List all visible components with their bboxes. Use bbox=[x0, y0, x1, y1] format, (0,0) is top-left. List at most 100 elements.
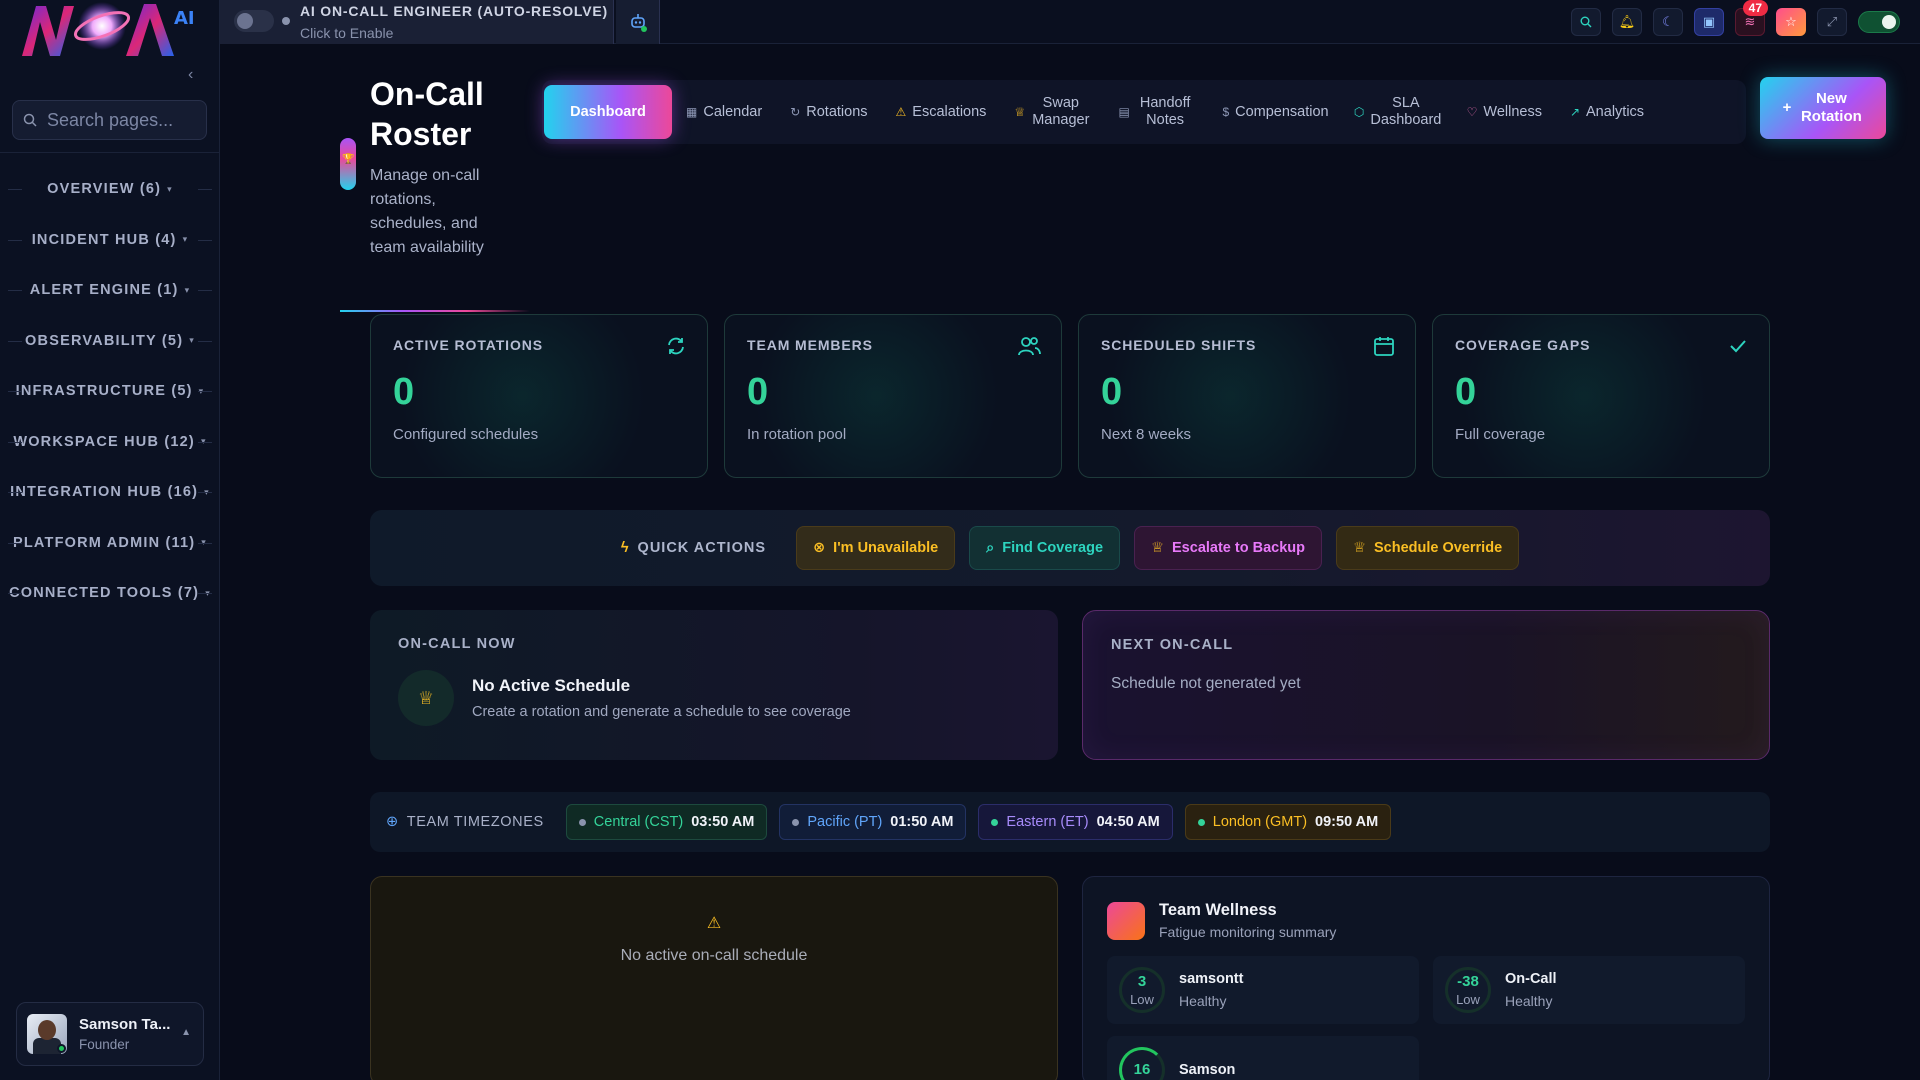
stat-card-active-rotations: ACTIVE ROTATIONS 0 Configured schedules bbox=[370, 314, 708, 478]
escalate-backup-button[interactable]: ♕ Escalate to Backup bbox=[1134, 526, 1322, 570]
sidebar-group-infrastructure[interactable]: INFRASTRUCTURE (5) ▾ bbox=[0, 366, 220, 417]
stat-value: 0 bbox=[393, 371, 415, 413]
tab-compensation[interactable]: $ Compensation bbox=[1208, 85, 1342, 139]
stat-value: 0 bbox=[1101, 371, 1123, 413]
sidebar-group-platform-admin[interactable]: PLATFORM ADMIN (11) ▾ bbox=[0, 518, 220, 569]
wellness-title: Team Wellness bbox=[1159, 901, 1277, 919]
fatigue-score: 16 bbox=[1133, 1061, 1151, 1078]
search-input[interactable] bbox=[47, 109, 197, 131]
wellness-member-card[interactable]: 3 Low samsontt Healthy bbox=[1107, 956, 1419, 1024]
tab-handoff-notes[interactable]: ▤ Handoff Notes bbox=[1104, 85, 1208, 139]
collapse-sidebar-icon[interactable]: ‹ bbox=[188, 66, 193, 84]
oncall-now-panel: ON-CALL NOW ♕ No Active Schedule Create … bbox=[370, 610, 1058, 760]
unavailable-button[interactable]: ⊗ I'm Unavailable bbox=[796, 526, 956, 570]
group-label: INCIDENT HUB (4) bbox=[31, 231, 177, 248]
member-name: On-Call bbox=[1505, 971, 1557, 987]
chevron-down-icon: ▾ bbox=[204, 486, 210, 497]
tab-wellness[interactable]: ♡ Wellness bbox=[1453, 85, 1556, 139]
favorites-button[interactable]: ☆ bbox=[1776, 8, 1806, 36]
sidebar-group-integration-hub[interactable]: INTEGRATION HUB (16) ▾ bbox=[0, 467, 220, 518]
fatigue-score: 3 bbox=[1137, 972, 1147, 990]
cancel-circle-icon: ⊗ bbox=[813, 540, 826, 556]
trend-icon: ↗ bbox=[1569, 104, 1581, 119]
theme-button[interactable]: ☾ bbox=[1653, 8, 1683, 36]
fatigue-gauge: 3 Low bbox=[1119, 967, 1165, 1013]
ai-toggle-switch[interactable] bbox=[234, 10, 274, 32]
timezone-name: London (GMT) bbox=[1212, 814, 1308, 830]
tab-label: Rotations bbox=[806, 103, 868, 120]
stat-card-scheduled-shifts: SCHEDULED SHIFTS 0 Next 8 weeks bbox=[1078, 314, 1416, 478]
robot-assistant-button[interactable] bbox=[616, 0, 660, 44]
find-coverage-button[interactable]: ⌕ Find Coverage bbox=[969, 526, 1121, 570]
tab-rotations[interactable]: ↻ Rotations bbox=[776, 85, 881, 139]
tab-label: Compensation bbox=[1235, 103, 1329, 120]
tab-sla-dashboard[interactable]: ⬡ SLA Dashboard bbox=[1343, 85, 1453, 139]
users-icon bbox=[1018, 337, 1041, 356]
member-name: samsontt bbox=[1179, 971, 1244, 987]
page-description: Manage on-call rotations, schedules, and… bbox=[370, 167, 484, 256]
svg-text:AI: AI bbox=[174, 8, 195, 29]
moon-icon: ☾ bbox=[1662, 14, 1674, 29]
fatigue-level: Low bbox=[1456, 991, 1480, 1007]
app-logo[interactable]: AI bbox=[14, 0, 204, 60]
sidebar-nav: OVERVIEW (6) ▾ INCIDENT HUB (4) ▾ ALERT EN… bbox=[0, 164, 220, 619]
chat-button[interactable]: ▣ bbox=[1694, 8, 1724, 36]
warning-icon: ⚠ bbox=[706, 915, 722, 932]
wellness-member-card[interactable]: 16 Samson bbox=[1107, 1036, 1419, 1080]
shield-icon: ⬡ bbox=[1353, 104, 1365, 119]
member-status: Healthy bbox=[1505, 993, 1553, 1009]
sidebar-search[interactable] bbox=[12, 100, 207, 140]
button-label: Schedule Override bbox=[1374, 540, 1503, 556]
timezone-time: 03:50 AM bbox=[691, 814, 755, 830]
group-label: CONNECTED TOOLS (7) bbox=[9, 585, 200, 602]
sidebar-group-observability[interactable]: OBSERVABILITY (5) ▾ bbox=[0, 316, 220, 367]
title-underline bbox=[340, 310, 530, 312]
sidebar-group-incident-hub[interactable]: INCIDENT HUB (4) ▾ bbox=[0, 215, 220, 266]
fullscreen-button[interactable]: ⤢ bbox=[1817, 8, 1847, 36]
search-button[interactable] bbox=[1571, 8, 1601, 36]
search-icon: ⌕ bbox=[986, 540, 995, 556]
tab-dashboard[interactable]: Dashboard bbox=[544, 85, 672, 139]
tab-label: Wellness bbox=[1483, 103, 1542, 120]
page-title: On-Call Roster bbox=[370, 76, 484, 152]
team-timezones-bar: ⊕ TEAM TIMEZONES Central (CST) 03:50 AM P… bbox=[370, 792, 1770, 852]
stat-card-coverage-gaps: COVERAGE GAPS 0 Full coverage bbox=[1432, 314, 1770, 478]
chevron-down-icon: ▾ bbox=[184, 284, 191, 295]
group-label: OBSERVABILITY (5) bbox=[25, 332, 184, 349]
tab-label: Calendar bbox=[703, 103, 763, 120]
ai-engineer-toggle[interactable]: AI ON-CALL ENGINEER (AUTO-RESOLVE) Click… bbox=[220, 0, 614, 44]
stat-value: 0 bbox=[1455, 371, 1477, 413]
tab-label: Swap Manager bbox=[1032, 95, 1090, 128]
tab-label: Escalations bbox=[912, 103, 987, 120]
tab-swap-manager[interactable]: ♕ Swap Manager bbox=[1000, 85, 1104, 139]
sidebar-group-alert-engine[interactable]: ALERT ENGINE (1) ▾ bbox=[0, 265, 220, 316]
warning-icon: ⚠ bbox=[895, 104, 907, 119]
wellness-member-card[interactable]: -38 Low On-Call Healthy bbox=[1433, 956, 1745, 1024]
sidebar-group-connected-tools[interactable]: CONNECTED TOOLS (7) ▾ bbox=[0, 568, 220, 619]
schedule-override-button[interactable]: ♕ Schedule Override bbox=[1336, 526, 1520, 570]
chevron-down-icon: ▾ bbox=[205, 587, 211, 598]
new-rotation-button[interactable]: + New Rotation bbox=[1760, 77, 1886, 139]
activity-button[interactable]: ≋ 47 bbox=[1735, 0, 1768, 36]
notifications-button[interactable]: 🔔︎ bbox=[1612, 8, 1642, 36]
toggle-icon[interactable] bbox=[1858, 11, 1900, 33]
oncall-subtitle: Create a rotation and generate a schedul… bbox=[472, 704, 851, 720]
online-status-dot bbox=[57, 1044, 66, 1053]
group-label: OVERVIEW (6) bbox=[47, 181, 162, 198]
rotate-icon: ↻ bbox=[790, 104, 801, 119]
user-menu[interactable]: Samson Ta... Founder ▲ bbox=[16, 1002, 204, 1066]
tab-label: Analytics bbox=[1586, 103, 1645, 120]
page-header: On-Call Roster Manage on-call rotations,… bbox=[340, 74, 540, 312]
chevron-down-icon: ▾ bbox=[167, 183, 173, 194]
sidebar-group-overview[interactable]: OVERVIEW (6) ▾ bbox=[0, 164, 220, 215]
user-role: Founder bbox=[79, 1037, 130, 1052]
sidebar-group-workspace-hub[interactable]: WORKSPACE HUB (12) ▾ bbox=[0, 417, 220, 468]
plus-icon: + bbox=[1782, 99, 1792, 116]
tab-escalations[interactable]: ⚠ Escalations bbox=[882, 85, 1001, 139]
tab-calendar[interactable]: ▦ Calendar bbox=[672, 85, 776, 139]
stat-subtitle: In rotation pool bbox=[747, 426, 847, 443]
timezone-chip-central: Central (CST) 03:50 AM bbox=[565, 804, 768, 840]
wellness-subtitle: Fatigue monitoring summary bbox=[1159, 924, 1337, 940]
tab-analytics[interactable]: ↗ Analytics bbox=[1556, 85, 1658, 139]
wellness-icon bbox=[1107, 901, 1145, 940]
